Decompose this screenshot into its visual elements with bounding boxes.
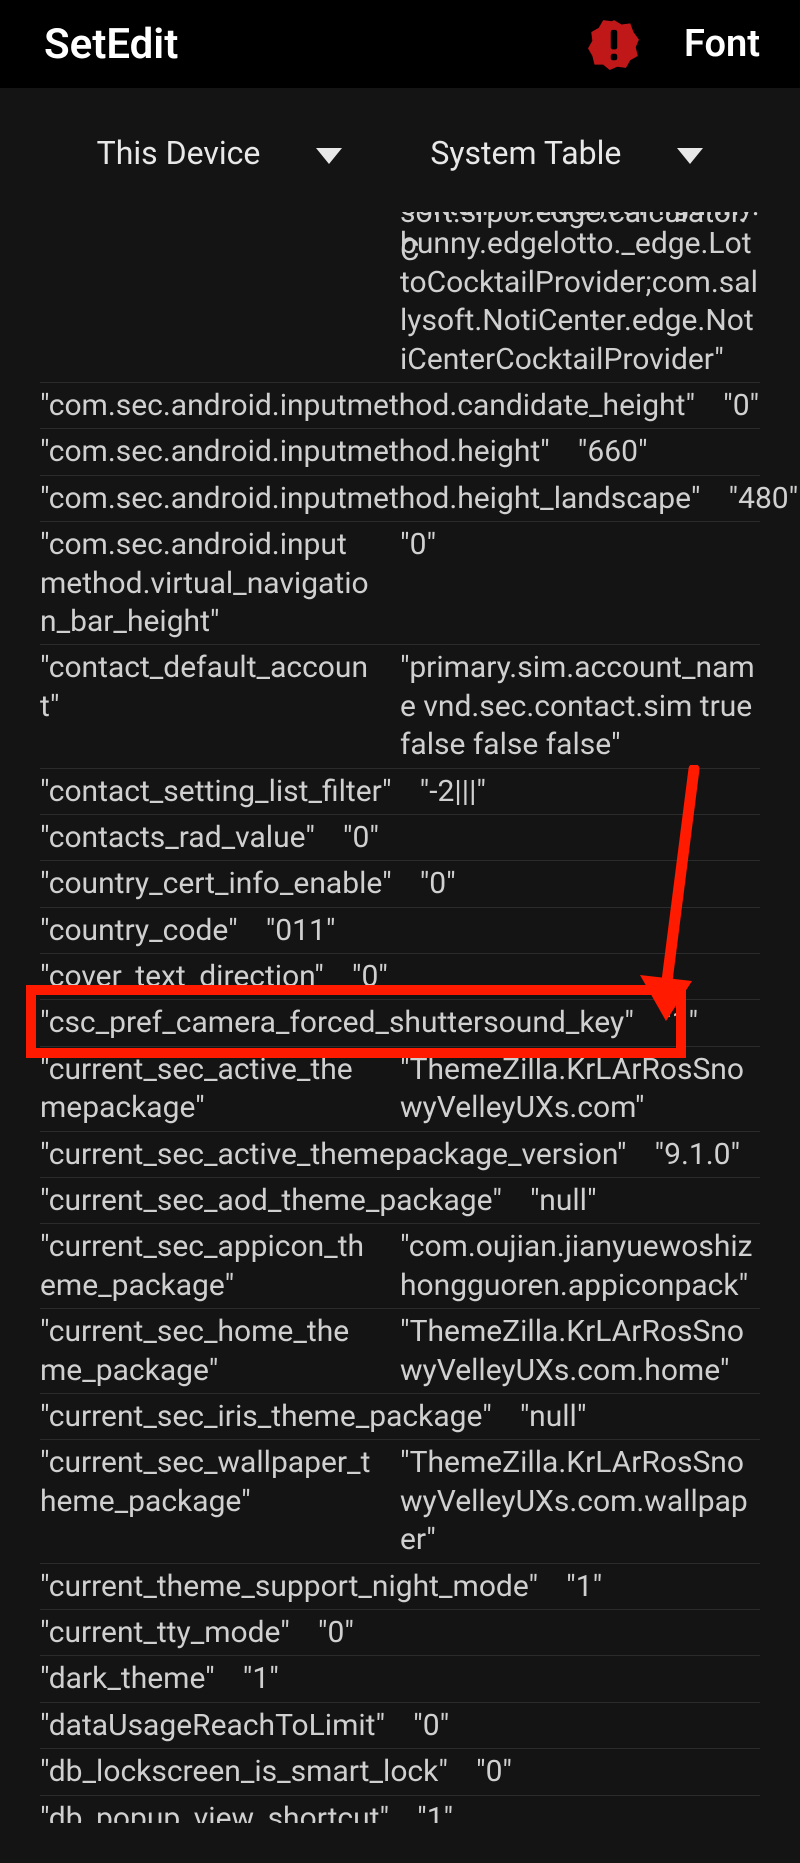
row-key: "current_tty_mode" (40, 1614, 318, 1652)
table-row[interactable]: "db_lockscreen_is_smart_lock""0" (40, 1748, 760, 1794)
row-key: "dark_theme" (40, 1660, 243, 1698)
row-key: "csc_pref_camera_forced_shuttersound_key… (40, 1004, 662, 1042)
table-row[interactable]: "com.sec.android.inputmethod.height""660… (40, 428, 760, 474)
row-key: "current_sec_iris_theme_package" (40, 1398, 520, 1436)
row-key: "contact_setting_list_filter" (40, 773, 420, 811)
row-value: "0" (476, 1753, 512, 1791)
table-row[interactable]: "com.sec.android.inputmethod.virtual_nav… (40, 521, 760, 644)
row-value: soft.srpol.edge.calculator.C ocktailProv… (400, 216, 760, 379)
table-row[interactable]: "dataUsageReachToLimit""0" (40, 1702, 760, 1748)
table-row[interactable]: "dark_theme""1" (40, 1655, 760, 1701)
row-key: "current_sec_active_themepackage" (40, 1051, 400, 1128)
row-key: "current_sec_aod_theme_package" (40, 1182, 530, 1220)
chevron-down-icon (316, 134, 342, 172)
table-row[interactable]: "current_theme_support_night_mode""1" (40, 1563, 760, 1609)
table-row[interactable]: "current_sec_aod_theme_package""null" (40, 1177, 760, 1223)
table-row[interactable]: "current_sec_appicon_theme_package""com.… (40, 1223, 760, 1308)
row-value: "0" (343, 819, 379, 857)
row-value: "1" (417, 1800, 453, 1820)
row-key: "country_code" (40, 912, 266, 950)
row-value: "0" (352, 958, 388, 996)
row-value: "1" (243, 1660, 279, 1698)
table-row[interactable]: "csc_pref_camera_forced_shuttersound_key… (40, 999, 760, 1045)
row-value: "0" (318, 1614, 354, 1652)
row-value-clipped-top: soft.srpol.edge.calculator.C (400, 212, 760, 271)
row-key: "db_popup_view_shortcut" (40, 1800, 417, 1820)
row-value: "-2|||" (420, 773, 486, 811)
row-value: "ThemeZilla.KrLArRosSnowyVelleyUXs.com.w… (400, 1444, 760, 1559)
table-row[interactable]: "current_sec_active_themepackage""ThemeZ… (40, 1046, 760, 1131)
dropdown-bar: This Device System Table (0, 88, 800, 212)
table-row[interactable]: "db_popup_view_shortcut""1" (40, 1795, 760, 1823)
device-selector[interactable]: This Device (53, 134, 387, 172)
table-row[interactable]: "current_sec_wallpaper_theme_package""Th… (40, 1439, 760, 1562)
row-key: "com.sec.android.inputmethod.virtual_nav… (40, 526, 400, 641)
table-row[interactable]: "contacts_rad_value""0" (40, 814, 760, 860)
row-key: "current_theme_support_night_mode" (40, 1568, 566, 1606)
row-value: "1" (662, 1004, 698, 1042)
row-value: "1" (566, 1568, 602, 1606)
row-key: "com.sec.android.inputmethod.height" (40, 433, 578, 471)
table-row[interactable]: "com.sec.android.inputmethod.height_land… (40, 475, 760, 521)
table-row[interactable]: "country_cert_info_enable""0" (40, 860, 760, 906)
row-value: "ThemeZilla.KrLArRosSnowyVelleyUXs.com" (400, 1051, 760, 1128)
row-key: "current_sec_active_themepackage_version… (40, 1136, 655, 1174)
row-value: "null" (530, 1182, 597, 1220)
row-value: "0" (413, 1707, 449, 1745)
table-row[interactable]: "contact_default_account""primary.sim.ac… (40, 644, 760, 767)
row-key: "contact_default_account" (40, 649, 400, 764)
row-key: "current_sec_wallpaper_theme_package" (40, 1444, 400, 1559)
table-row[interactable]: "com.sec.android.inputmethod.candidate_h… (40, 382, 760, 428)
table-row[interactable]: "current_sec_active_themepackage_version… (40, 1131, 760, 1177)
table-row[interactable]: "current_sec_iris_theme_package""null" (40, 1393, 760, 1439)
font-button[interactable]: Font (684, 22, 760, 66)
warning-badge-icon[interactable] (588, 18, 640, 70)
row-key: "current_sec_appicon_theme_package" (40, 1228, 400, 1305)
table-selector-label: System Table (430, 134, 621, 172)
table-row[interactable]: "current_sec_home_theme_package""ThemeZi… (40, 1308, 760, 1393)
row-key: "country_cert_info_enable" (40, 865, 420, 903)
table-row[interactable]: "cover_text_direction""0" (40, 953, 760, 999)
row-key: "cover_text_direction" (40, 958, 352, 996)
table-row[interactable]: "contact_setting_list_filter""-2|||" (40, 768, 760, 814)
row-value: "0" (723, 387, 759, 425)
row-value: "660" (578, 433, 648, 471)
row-value: "9.1.0" (655, 1136, 741, 1174)
row-value: "480" (728, 480, 798, 518)
row-key: "com.sec.android.inputmethod.candidate_h… (40, 387, 723, 425)
table-row[interactable]: soft.srpol.edge.calculator.C ocktailProv… (40, 212, 760, 382)
row-value: "0" (420, 865, 456, 903)
table-row[interactable]: "current_tty_mode""0" (40, 1609, 760, 1655)
row-value: "011" (266, 912, 336, 950)
row-key: "db_lockscreen_is_smart_lock" (40, 1753, 476, 1791)
table-selector[interactable]: System Table (386, 134, 747, 172)
table-row[interactable]: "country_code""011" (40, 907, 760, 953)
app-title: SetEdit (44, 20, 178, 69)
row-value: "null" (520, 1398, 587, 1436)
settings-list[interactable]: soft.srpol.edge.calculator.C ocktailProv… (0, 212, 800, 1863)
row-key: "dataUsageReachToLimit" (40, 1707, 413, 1745)
row-key: "com.sec.android.inputmethod.height_land… (40, 480, 728, 518)
top-bar-actions: Font (588, 18, 760, 70)
row-key: "current_sec_home_theme_package" (40, 1313, 400, 1390)
row-value: "ThemeZilla.KrLArRosSnowyVelleyUXs.com.h… (400, 1313, 760, 1390)
chevron-down-icon (677, 134, 703, 172)
app-top-bar: SetEdit Font (0, 0, 800, 88)
row-key: "contacts_rad_value" (40, 819, 343, 857)
device-selector-label: This Device (97, 134, 261, 172)
row-value: "primary.sim.account_name vnd.sec.contac… (400, 649, 760, 764)
row-value: "com.oujian.jianyuewoshizhongguoren.appi… (400, 1228, 760, 1305)
row-value: "0" (400, 526, 760, 641)
